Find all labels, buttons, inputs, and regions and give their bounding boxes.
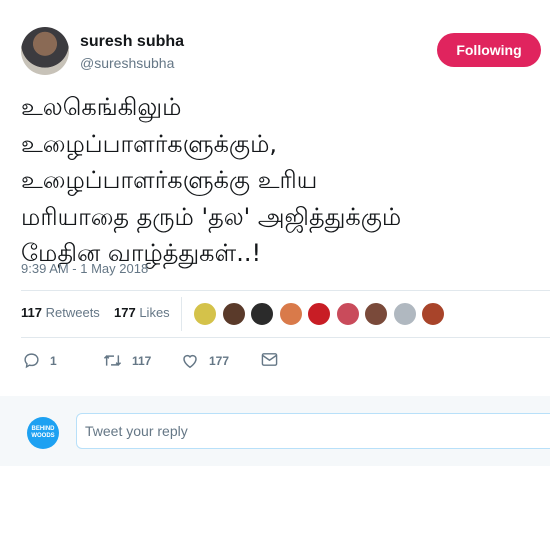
retweets-label: Retweets xyxy=(45,305,100,320)
retweets-stat[interactable]: 117 Retweets xyxy=(21,305,100,320)
reply-action[interactable]: 1 xyxy=(23,352,57,369)
likes-count: 177 xyxy=(114,305,136,320)
liker-avatar[interactable] xyxy=(193,302,217,326)
author-avatar[interactable] xyxy=(21,27,69,75)
reply-count: 1 xyxy=(50,353,57,368)
divider xyxy=(21,337,550,338)
liker-avatar[interactable] xyxy=(335,302,360,326)
retweet-action[interactable]: 117 xyxy=(103,352,151,369)
stats-divider xyxy=(181,297,182,331)
liker-avatar[interactable] xyxy=(250,302,274,326)
retweets-count: 117 xyxy=(21,305,42,320)
likes-stat[interactable]: 177 Likes xyxy=(114,305,170,320)
retweet-icon xyxy=(103,352,122,369)
author-name[interactable]: suresh subha xyxy=(80,33,184,51)
like-count: 177 xyxy=(209,353,230,368)
liker-avatar[interactable] xyxy=(278,302,303,326)
behindwoods-logo: BEHIND WOODS xyxy=(27,417,59,449)
like-action[interactable]: 177 xyxy=(181,352,229,369)
message-action[interactable] xyxy=(261,352,278,367)
envelope-icon xyxy=(261,352,278,367)
liker-avatar[interactable] xyxy=(307,302,331,326)
liker-avatar[interactable] xyxy=(364,302,388,326)
retweet-count: 117 xyxy=(132,353,152,368)
liker-avatar[interactable] xyxy=(392,302,417,326)
heart-icon xyxy=(181,352,199,369)
tweet-text: உலகெங்கிலும் உழைப்பாளர்களுக்கும், உழைப்ப… xyxy=(21,93,402,267)
divider xyxy=(21,290,550,291)
reply-input[interactable] xyxy=(76,413,550,449)
liker-avatars xyxy=(193,302,450,328)
reply-icon xyxy=(23,352,40,369)
following-button[interactable]: Following xyxy=(437,33,541,67)
logo-text: BEHIND WOODS xyxy=(31,426,55,439)
liker-avatar[interactable] xyxy=(421,302,445,326)
reply-area: BEHIND WOODS xyxy=(0,396,550,466)
liker-avatar[interactable] xyxy=(221,302,246,326)
author-handle[interactable]: @sureshsubha xyxy=(80,55,174,71)
tweet-timestamp[interactable]: 9:39 AM - 1 May 2018 xyxy=(21,261,148,276)
likes-label: Likes xyxy=(139,305,170,320)
